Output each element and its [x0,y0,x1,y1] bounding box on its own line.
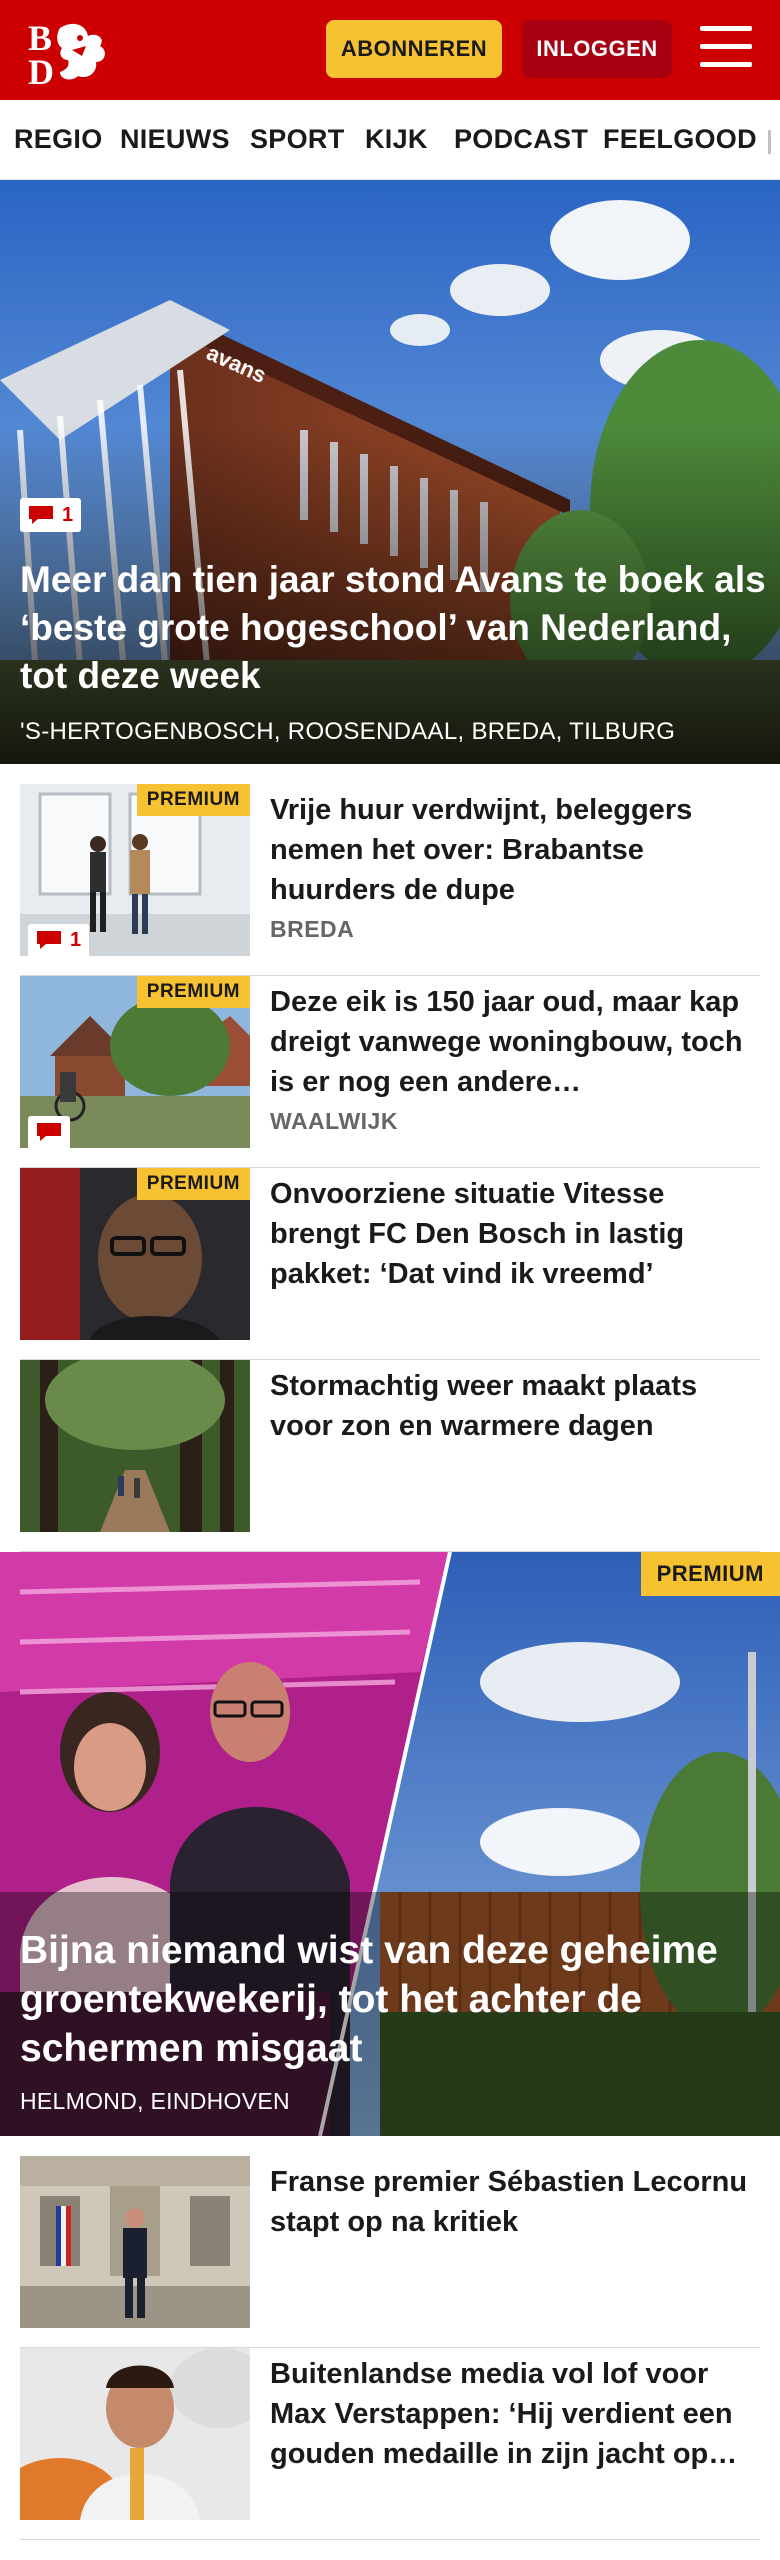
article-title[interactable]: Onvoorziene situatie Vitesse brengt FC D… [270,1174,760,1294]
subscribe-button[interactable]: ABONNEREN [326,20,502,78]
article-title[interactable]: Deze eik is 150 jaar oud, maar kap dreig… [270,982,760,1102]
nav-overflow-indicator [768,130,771,154]
svg-text:D: D [28,52,54,86]
article-thumbnail: PREMIUM 1 [20,784,250,956]
comment-icon [28,505,54,525]
comment-badge[interactable]: 1 [28,924,90,956]
article-thumbnail [20,1360,250,1532]
article-title[interactable]: Buitenlandse media vol lof voor Max Vers… [270,2354,760,2474]
nav-item-nieuws[interactable]: NIEUWS [120,124,230,155]
list-item[interactable]: Franse premier Sébastien Lecornu stapt o… [20,2156,760,2348]
comment-count: 1 [62,503,74,526]
article-title[interactable]: Vrije huur verdwijnt, beleggers nemen he… [270,790,760,910]
feature-location-tag: HELMOND, EINDHOVEN [20,2088,290,2114]
feature-article[interactable]: PREMIUM Bijna niemand wist van deze gehe… [0,1552,780,2136]
feature-title[interactable]: Bijna niemand wist van deze geheime groe… [20,1926,770,2073]
nav-item-podcast[interactable]: PODCAST [454,124,588,155]
comment-badge[interactable] [28,1116,70,1148]
hamburger-icon[interactable] [700,26,752,72]
hero-article[interactable]: avans 1 Meer dan tien jaar stond Avans t… [0,180,780,764]
article-thumbnail: PREMIUM [20,976,250,1148]
login-button[interactable]: INLOGGEN [522,20,672,78]
article-location-tag: WAALWIJK [270,1108,398,1134]
premium-badge: PREMIUM [136,784,250,816]
nav-item-regio[interactable]: REGIO [14,124,103,155]
premium-badge: PREMIUM [640,1552,780,1596]
site-header: B D ABONNEREN INLOGGEN [0,0,780,100]
article-thumbnail [20,2348,250,2520]
comment-icon [36,1122,62,1142]
premium-badge: PREMIUM [136,1168,250,1200]
list-item[interactable]: Buitenlandse media vol lof voor Max Vers… [20,2348,760,2540]
nav-item-feelgood[interactable]: FEELGOOD [603,124,757,155]
article-thumbnail [20,2156,250,2328]
premium-badge: PREMIUM [136,976,250,1008]
hero-location-tag: 'S-HERTOGENBOSCH, ROOSENDAAL, BREDA, TIL… [20,718,676,745]
comment-icon [36,930,62,950]
comment-count: 1 [70,928,82,951]
list-item[interactable]: PREMIUM Deze eik is 150 jaar oud, maar k… [20,976,760,1168]
list-item[interactable]: Stormachtig weer maakt plaats voor zon e… [20,1360,760,1552]
article-location-tag: BREDA [270,916,355,942]
nav-item-kijk[interactable]: KIJK [365,124,428,155]
article-thumbnail: PREMIUM [20,1168,250,1340]
nav-item-sport[interactable]: SPORT [250,124,345,155]
article-title[interactable]: Franse premier Sébastien Lecornu stapt o… [270,2162,760,2242]
article-title[interactable]: Stormachtig weer maakt plaats voor zon e… [270,1366,760,1446]
list-item[interactable]: PREMIUM 1 Vrije huur verdwijnt, belegger… [20,784,760,976]
hero-title[interactable]: Meer dan tien jaar stond Avans te boek a… [20,556,770,700]
list-item[interactable]: PREMIUM Onvoorziene situatie Vitesse bre… [20,1168,760,1360]
bd-logo[interactable]: B D [26,16,116,92]
section-nav: REGIO NIEUWS SPORT KIJK PODCAST FEELGOOD [0,100,780,180]
comment-badge[interactable]: 1 [20,498,82,532]
